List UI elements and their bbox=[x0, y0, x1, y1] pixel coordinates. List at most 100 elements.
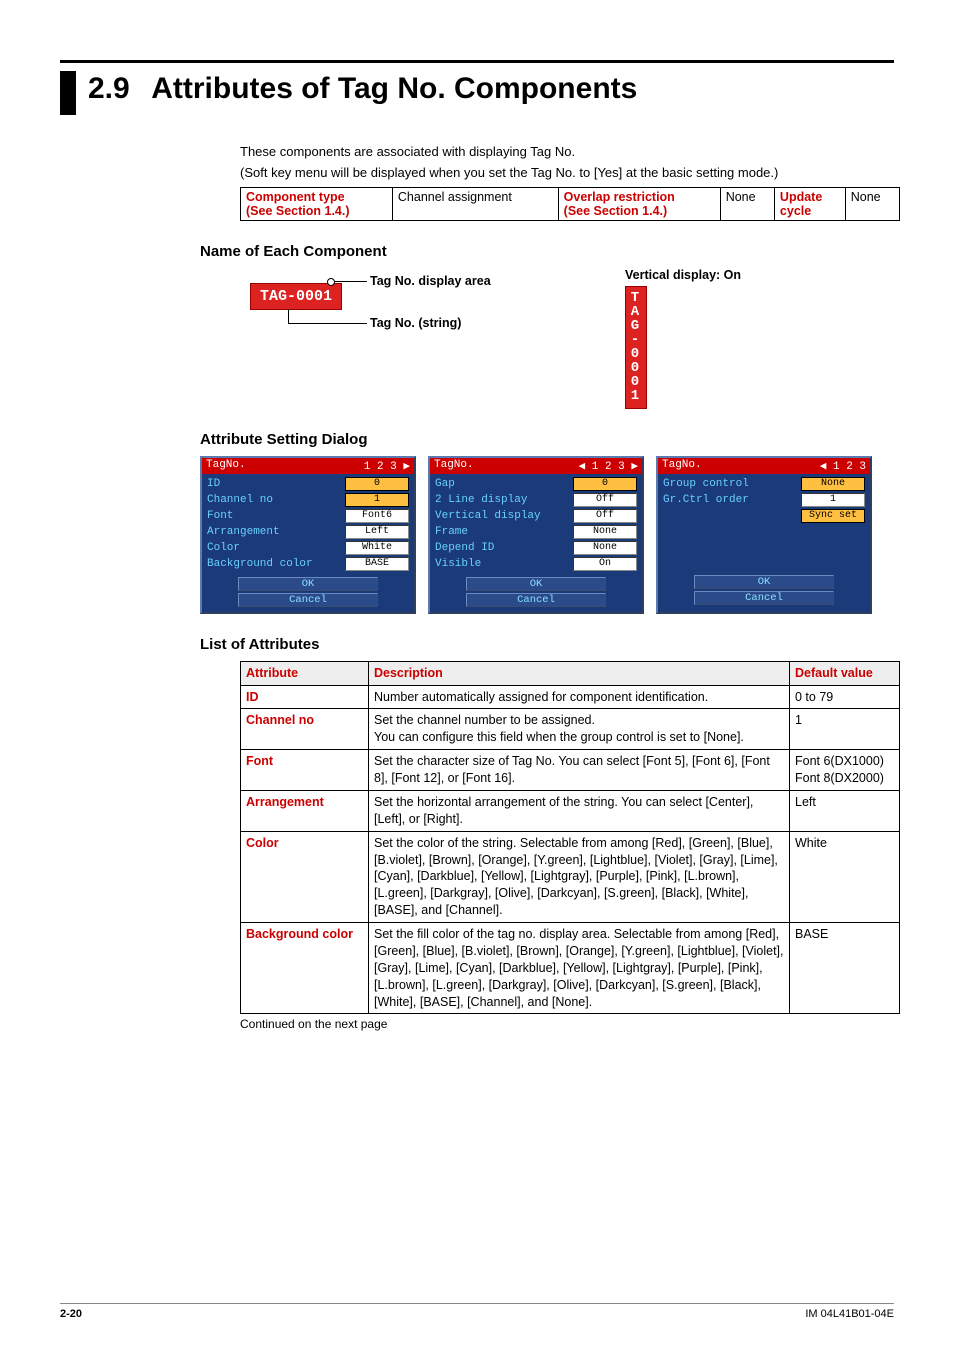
footer-doc-number: IM 04L41B01-04E bbox=[805, 1308, 894, 1320]
callout-display-area: Tag No. display area bbox=[370, 274, 491, 288]
dlg-gap-label: Gap bbox=[435, 478, 535, 490]
attr-desc-cell: Number automatically assigned for compon… bbox=[369, 685, 790, 709]
attr-desc-cell: Set the fill color of the tag no. displa… bbox=[369, 923, 790, 1014]
attr-default-cell: Left bbox=[790, 790, 900, 831]
attr-name-cell: Font bbox=[241, 750, 369, 791]
dialog-tabs[interactable]: ◀ 1 2 3 ▶ bbox=[579, 459, 638, 473]
footer-page-number: 2-20 bbox=[60, 1308, 82, 1320]
th-default: Default value bbox=[790, 661, 900, 685]
dlg-vertical-value[interactable]: Off bbox=[573, 509, 637, 523]
dlg-bgcolor-label: Background color bbox=[207, 558, 313, 570]
dlg-grorder-label: Gr.Ctrl order bbox=[663, 494, 763, 506]
callout-line-string-v bbox=[288, 309, 289, 323]
attributes-table: Attribute Description Default value IDNu… bbox=[240, 661, 900, 1015]
dialog-tabs[interactable]: ◀ 1 2 3 bbox=[820, 459, 866, 473]
dialog-cancel-button[interactable]: Cancel bbox=[466, 593, 606, 607]
th-attribute: Attribute bbox=[241, 661, 369, 685]
dlg-groupctrl-value[interactable]: None bbox=[801, 477, 865, 491]
section-title: Attributes of Tag No. Components bbox=[151, 72, 637, 105]
tagno-box: TAG-0001 bbox=[250, 283, 342, 310]
attr-default-cell: Font 6(DX1000) Font 8(DX2000) bbox=[790, 750, 900, 791]
dlg-visible-label: Visible bbox=[435, 558, 535, 570]
attr-name-cell: Background color bbox=[241, 923, 369, 1014]
dialog-cancel-button[interactable]: Cancel bbox=[694, 591, 834, 605]
continued-note: Continued on the next page bbox=[240, 1017, 900, 1031]
ct-channel-assignment: Channel assignment bbox=[392, 187, 558, 220]
dlg-font-label: Font bbox=[207, 510, 307, 522]
component-diagram: TAG-0001 Tag No. display area Tag No. (s… bbox=[250, 268, 900, 409]
dlg-channel-label: Channel no bbox=[207, 494, 307, 506]
dlg-depend-value[interactable]: None bbox=[573, 541, 637, 555]
dialog-title: TagNo. bbox=[434, 459, 474, 473]
dlg-font-value[interactable]: Font6 bbox=[345, 509, 409, 523]
dialog-cancel-button[interactable]: Cancel bbox=[238, 593, 378, 607]
callout-line-string bbox=[288, 323, 367, 324]
ct-update: Update cycle bbox=[774, 187, 845, 220]
ct-update-value: None bbox=[845, 187, 899, 220]
section-mark bbox=[60, 71, 76, 115]
dlg-color-value[interactable]: White bbox=[345, 541, 409, 555]
heading-list-of-attributes: List of Attributes bbox=[200, 636, 900, 653]
th-description: Description bbox=[369, 661, 790, 685]
attr-desc-cell: Set the color of the string. Selectable … bbox=[369, 831, 790, 922]
dlg-arrangement-value[interactable]: Left bbox=[345, 525, 409, 539]
dlg-visible-value[interactable]: On bbox=[573, 557, 637, 571]
dlg-arrangement-label: Arrangement bbox=[207, 526, 307, 538]
attribute-dialog-page1: TagNo. 1 2 3 ▶ ID0 Channel no1 FontFont6… bbox=[200, 456, 416, 614]
dlg-groupctrl-label: Group control bbox=[663, 478, 763, 490]
dialog-ok-button[interactable]: OK bbox=[466, 577, 606, 591]
intro-line-2: (Soft key menu will be displayed when yo… bbox=[240, 164, 900, 183]
dlg-vertical-label: Vertical display bbox=[435, 510, 541, 522]
table-row: FontSet the character size of Tag No. Yo… bbox=[241, 750, 900, 791]
top-rule bbox=[60, 60, 894, 63]
attr-desc-cell: Set the channel number to be assigned. Y… bbox=[369, 709, 790, 750]
table-row: Background colorSet the fill color of th… bbox=[241, 923, 900, 1014]
dlg-twoline-label: 2 Line display bbox=[435, 494, 535, 506]
dialog-ok-button[interactable]: OK bbox=[238, 577, 378, 591]
dlg-syncset-button[interactable]: Sync set bbox=[801, 509, 865, 523]
callout-tagno-string: Tag No. (string) bbox=[370, 316, 461, 330]
ct-component-type: Component type (See Section 1.4.) bbox=[241, 187, 393, 220]
dlg-frame-label: Frame bbox=[435, 526, 535, 538]
dlg-frame-value[interactable]: None bbox=[573, 525, 637, 539]
attribute-dialogs: TagNo. 1 2 3 ▶ ID0 Channel no1 FontFont6… bbox=[200, 456, 900, 614]
vertical-display-label: Vertical display: On bbox=[625, 268, 741, 282]
dlg-channel-value[interactable]: 1 bbox=[345, 493, 409, 507]
dialog-tabs[interactable]: 1 2 3 ▶ bbox=[364, 459, 410, 473]
dialog-ok-button[interactable]: OK bbox=[694, 575, 834, 589]
attribute-dialog-page2: TagNo. ◀ 1 2 3 ▶ Gap0 2 Line displayOff … bbox=[428, 456, 644, 614]
dlg-twoline-value[interactable]: Off bbox=[573, 493, 637, 507]
component-type-table: Component type (See Section 1.4.) Channe… bbox=[240, 187, 900, 221]
attr-name-cell: Arrangement bbox=[241, 790, 369, 831]
dlg-grorder-value[interactable]: 1 bbox=[801, 493, 865, 507]
tagno-vertical-box: TAG-0001 bbox=[625, 286, 647, 409]
ct-overlap: Overlap restriction (See Section 1.4.) bbox=[558, 187, 720, 220]
attr-default-cell: White bbox=[790, 831, 900, 922]
dialog-titlebar: TagNo. ◀ 1 2 3 ▶ bbox=[430, 458, 642, 474]
tagno-vertical-text: TAG-0001 bbox=[628, 290, 642, 402]
callout-line-area bbox=[332, 281, 367, 282]
page-footer: 2-20 IM 04L41B01-04E bbox=[60, 1303, 894, 1320]
attr-name-cell: ID bbox=[241, 685, 369, 709]
dlg-id-value[interactable]: 0 bbox=[345, 477, 409, 491]
page-title: 2.9 Attributes of Tag No. Components bbox=[88, 71, 637, 107]
dlg-bgcolor-value[interactable]: BASE bbox=[345, 557, 409, 571]
dlg-color-label: Color bbox=[207, 542, 307, 554]
tagno-vertical-sample: Vertical display: On TAG-0001 bbox=[625, 268, 741, 409]
heading-name-of-each-component: Name of Each Component bbox=[200, 243, 900, 260]
attr-default-cell: BASE bbox=[790, 923, 900, 1014]
section-number: 2.9 bbox=[88, 71, 144, 107]
attr-name-cell: Channel no bbox=[241, 709, 369, 750]
attr-desc-cell: Set the character size of Tag No. You ca… bbox=[369, 750, 790, 791]
table-row: ColorSet the color of the string. Select… bbox=[241, 831, 900, 922]
dialog-titlebar: TagNo. ◀ 1 2 3 bbox=[658, 458, 870, 474]
tagno-horizontal-sample: TAG-0001 Tag No. display area Tag No. (s… bbox=[250, 268, 585, 348]
dlg-gap-value[interactable]: 0 bbox=[573, 477, 637, 491]
heading-attribute-setting-dialog: Attribute Setting Dialog bbox=[200, 431, 900, 448]
attr-name-cell: Color bbox=[241, 831, 369, 922]
table-row: Channel noSet the channel number to be a… bbox=[241, 709, 900, 750]
table-row: ArrangementSet the horizontal arrangemen… bbox=[241, 790, 900, 831]
dialog-title: TagNo. bbox=[662, 459, 702, 473]
ct-overlap-value: None bbox=[720, 187, 774, 220]
attr-default-cell: 0 to 79 bbox=[790, 685, 900, 709]
